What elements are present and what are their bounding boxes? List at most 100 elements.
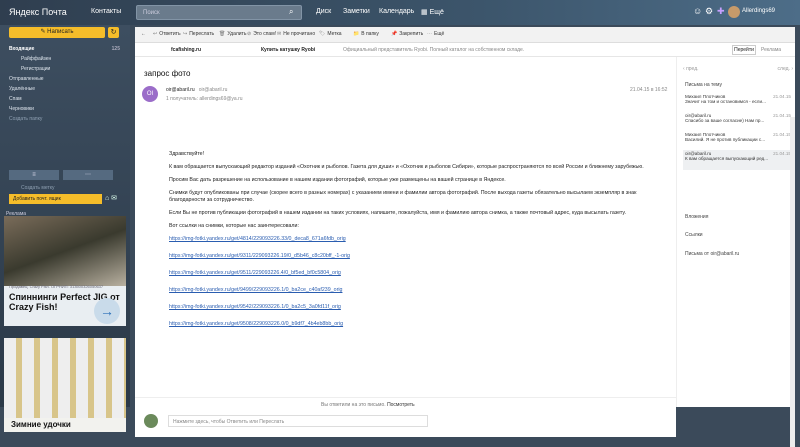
links-link[interactable]: Ссылки bbox=[685, 232, 703, 238]
refresh-icon[interactable]: ↻ bbox=[108, 27, 119, 38]
message-nav: ‹ пред. след. › bbox=[683, 66, 793, 72]
photo-link[interactable]: https://img-fotki.yandex.ru/get/9511/229… bbox=[169, 270, 669, 277]
from-sender-link[interactable]: Письма от oir@abaril.ru bbox=[685, 251, 739, 257]
thread-item-date: 21.04.15 bbox=[773, 132, 791, 137]
body-paragraph: Просим Вас дать разрешение на использова… bbox=[169, 177, 506, 183]
back-arrow-icon[interactable]: ← bbox=[141, 31, 146, 37]
photo-link[interactable]: https://img-fotki.yandex.ru/get/9542/229… bbox=[169, 304, 669, 311]
folder-label: Спам bbox=[9, 96, 22, 102]
ad-caption: Продавец: Crazy Fish. ОГРНИП: 3135003260… bbox=[9, 284, 104, 289]
inline-ad-row[interactable]: fcafishing.ru Купить катушку Ryobi Офици… bbox=[135, 43, 795, 57]
top-bar: Яндекс Почта Контакты Поиск ⌕ Диск Замет… bbox=[0, 0, 800, 25]
main-panel: ← ↩ Ответить ↪ Переслать 🗑 Удалить ⊘ Это спам! ✉… bbox=[135, 27, 795, 447]
user-avatar[interactable] bbox=[728, 6, 740, 18]
prev-message-link[interactable]: ‹ пред. bbox=[683, 66, 699, 72]
compose-label: Написать bbox=[47, 29, 74, 35]
sidebar-folder[interactable]: Создать папку bbox=[9, 114, 124, 124]
thread-item[interactable]: Михаил Плотчиков Значит на том и останови… bbox=[683, 93, 793, 113]
sidebar-ad-winter-rods[interactable]: Зимние удочки bbox=[4, 338, 126, 432]
nav-calendar[interactable]: Календарь bbox=[379, 8, 414, 15]
toolbar-icon: 🏷 bbox=[319, 31, 326, 37]
arrow-right-icon[interactable]: → bbox=[94, 298, 120, 324]
ad-title: Зимние удочки bbox=[11, 420, 71, 429]
toolbar-button[interactable]: ↩ Ответить bbox=[153, 31, 181, 37]
next-label: след. bbox=[777, 66, 790, 72]
thread-item[interactable]: oir@abaril.ru Спасибо за ваше согласие) Н… bbox=[683, 112, 793, 132]
toolbar-button[interactable]: ↪ Переслать bbox=[183, 31, 214, 37]
toolbar-button[interactable]: 📁 В папку bbox=[353, 31, 379, 37]
prev-label: пред. bbox=[686, 66, 699, 72]
toolbar-label: Ответить bbox=[159, 31, 181, 37]
body-paragraph: Вот ссылки на снимки, которые нас заинте… bbox=[169, 223, 299, 229]
sidebar-folder[interactable]: Отправленные bbox=[9, 74, 124, 84]
toolbar-button[interactable]: ✉ Не прочитано bbox=[277, 31, 315, 37]
toolbar-button[interactable]: 📌 Закрепить bbox=[391, 31, 423, 37]
toolbar-button[interactable]: 🗑 Удалить bbox=[219, 31, 246, 37]
sidebar-folder[interactable]: Черновики bbox=[9, 104, 124, 114]
next-message-link[interactable]: след. › bbox=[778, 66, 793, 72]
sender-name[interactable]: oir@abaril.ru oir@abaril.ru bbox=[166, 87, 227, 93]
toolbar-label: Это спам! bbox=[253, 31, 277, 37]
sender-avatar[interactable]: OI bbox=[142, 86, 158, 102]
sidebar-folder[interactable]: Входящие 125 bbox=[9, 44, 124, 54]
contacts-link[interactable]: Контакты bbox=[91, 8, 121, 15]
settings-gear-icon[interactable]: ⚙ bbox=[705, 6, 713, 17]
message-view: запрос фото OI oir@abaril.ru oir@abaril.r… bbox=[135, 57, 676, 437]
toolbar-button[interactable]: ⋯ Ещё bbox=[427, 31, 444, 37]
view-reply-link[interactable]: Посмотреть bbox=[387, 402, 415, 408]
photo-link[interactable]: https://img-fotki.yandex.ru/get/4814/229… bbox=[169, 236, 669, 243]
sidebar-folder[interactable]: Спам bbox=[9, 94, 124, 104]
search-input[interactable]: Поиск bbox=[136, 5, 302, 20]
thread-item[interactable]: oir@abaril.ru К вам обращается выпускающи… bbox=[683, 150, 793, 170]
toolbar-icon: ✉ bbox=[277, 31, 282, 37]
folder-count: 125 bbox=[111, 46, 120, 52]
attachments-link[interactable]: Вложения bbox=[685, 214, 708, 220]
nav-notes[interactable]: Заметки bbox=[343, 8, 370, 15]
toolbar-button[interactable]: 🏷 Метка bbox=[319, 31, 342, 37]
ad-description: Официальный представитель Ryobi. Полный … bbox=[343, 47, 525, 53]
quick-reply-bar: Вы ответили на это письмо. Посмотреть На… bbox=[135, 397, 676, 437]
yandex-mail-logo[interactable]: Яндекс Почта bbox=[9, 7, 67, 17]
toolbar-icon: ⋯ bbox=[427, 31, 432, 37]
folder-label: Регистрации bbox=[21, 66, 51, 72]
nav-more[interactable]: ▦ Ещё bbox=[421, 8, 444, 16]
sidebar-folder[interactable]: Удалённые bbox=[9, 84, 124, 94]
plus-icon[interactable]: ✚ bbox=[717, 6, 725, 17]
label-settings-button[interactable]: ⋯ bbox=[63, 170, 113, 180]
recipients[interactable]: 1 получатель: allerdings69@ya.ru bbox=[166, 96, 243, 102]
ad-label: Реклама bbox=[761, 47, 782, 53]
username[interactable]: Allerdings69 bbox=[742, 8, 775, 14]
quick-reply-input[interactable]: Нажмите здесь, чтобы Ответить или Пересл… bbox=[168, 415, 428, 427]
folder-label: Удалённые bbox=[9, 86, 36, 92]
toolbar-icon: ↩ bbox=[153, 31, 158, 37]
toolbar-button[interactable]: ⊘ Это спам! bbox=[247, 31, 276, 37]
nav-more-label: Ещё bbox=[429, 9, 444, 16]
ad-go-button[interactable]: Перейти bbox=[732, 45, 756, 55]
message-date: 21.04.15 в 16:52 bbox=[630, 87, 668, 93]
ad-photo bbox=[4, 216, 126, 286]
photo-link[interactable]: https://img-fotki.yandex.ru/get/9508/229… bbox=[169, 321, 669, 328]
search-icon[interactable]: ⌕ bbox=[289, 7, 299, 17]
theme-icon[interactable]: ☺ bbox=[693, 6, 702, 16]
compose-button[interactable]: ✎ Написать bbox=[9, 27, 105, 38]
scrollbar[interactable] bbox=[790, 117, 795, 447]
sidebar-ad-spinning[interactable]: Продавец: Crazy Fish. ОГРНИП: 3135003260… bbox=[4, 216, 126, 326]
create-label-link[interactable]: Создать метку bbox=[21, 183, 54, 193]
add-mailbox-button[interactable]: Добавить почт. ящик bbox=[9, 194, 102, 204]
photo-link[interactable]: https://img-fotki.yandex.ru/get/9311/229… bbox=[169, 253, 669, 260]
message-body: Здравствуйте! К вам обращается выпускающ… bbox=[169, 151, 669, 338]
toolbar-icon: ↪ bbox=[183, 31, 188, 37]
photo-link[interactable]: https://img-fotki.yandex.ru/get/9499/229… bbox=[169, 287, 669, 294]
label-toggle-button[interactable]: ≡ bbox=[9, 170, 59, 180]
toolbar-label: Переслать bbox=[189, 31, 215, 37]
toolbar-label: Ещё bbox=[434, 31, 445, 37]
thread-item[interactable]: Михаил Плотчиков Василий. Я не против пуб… bbox=[683, 131, 793, 151]
folder-label: Создать папку bbox=[9, 116, 43, 122]
body-paragraph: Снимки будут опубликованы при случае (ск… bbox=[169, 190, 637, 203]
label-buttons: ≡ ⋯ bbox=[9, 170, 124, 180]
ad-title: Купить катушку Ryobi bbox=[261, 47, 316, 53]
nav-disk[interactable]: Диск bbox=[316, 8, 331, 15]
body-paragraph: Если Вы не против публикации фотографий … bbox=[169, 210, 626, 216]
sidebar-folder[interactable]: Райффайзен bbox=[9, 54, 124, 64]
sidebar-folder[interactable]: Регистрации bbox=[9, 64, 124, 74]
